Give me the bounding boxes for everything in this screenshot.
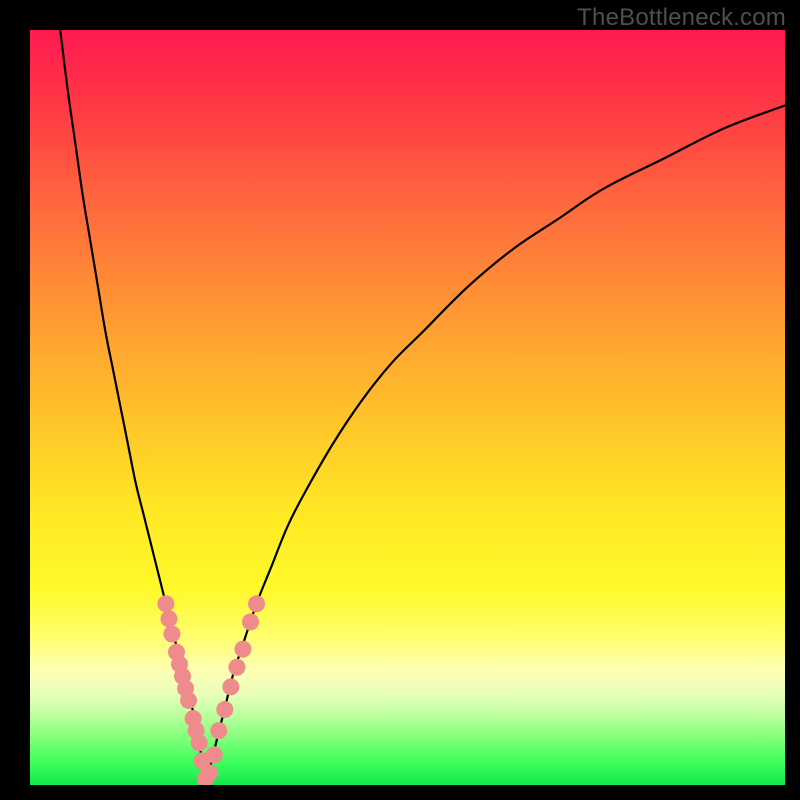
plot-area bbox=[30, 30, 785, 785]
highlight-dot bbox=[201, 764, 218, 781]
highlight-dots bbox=[157, 595, 265, 785]
highlight-dot bbox=[210, 722, 227, 739]
highlight-dot bbox=[234, 641, 251, 658]
highlight-dot bbox=[191, 734, 208, 751]
highlight-dot bbox=[157, 595, 174, 612]
highlight-dot bbox=[206, 746, 223, 763]
right-curve bbox=[205, 106, 785, 786]
highlight-dot bbox=[242, 613, 259, 630]
highlight-dot bbox=[228, 659, 245, 676]
chart-frame: TheBottleneck.com bbox=[0, 0, 800, 800]
highlight-dot bbox=[160, 610, 177, 627]
highlight-dot bbox=[222, 678, 239, 695]
highlight-dot bbox=[216, 701, 233, 718]
highlight-dot bbox=[163, 626, 180, 643]
highlight-dot bbox=[180, 692, 197, 709]
watermark-text: TheBottleneck.com bbox=[577, 4, 786, 32]
highlight-dot bbox=[248, 595, 265, 612]
chart-svg bbox=[30, 30, 785, 785]
